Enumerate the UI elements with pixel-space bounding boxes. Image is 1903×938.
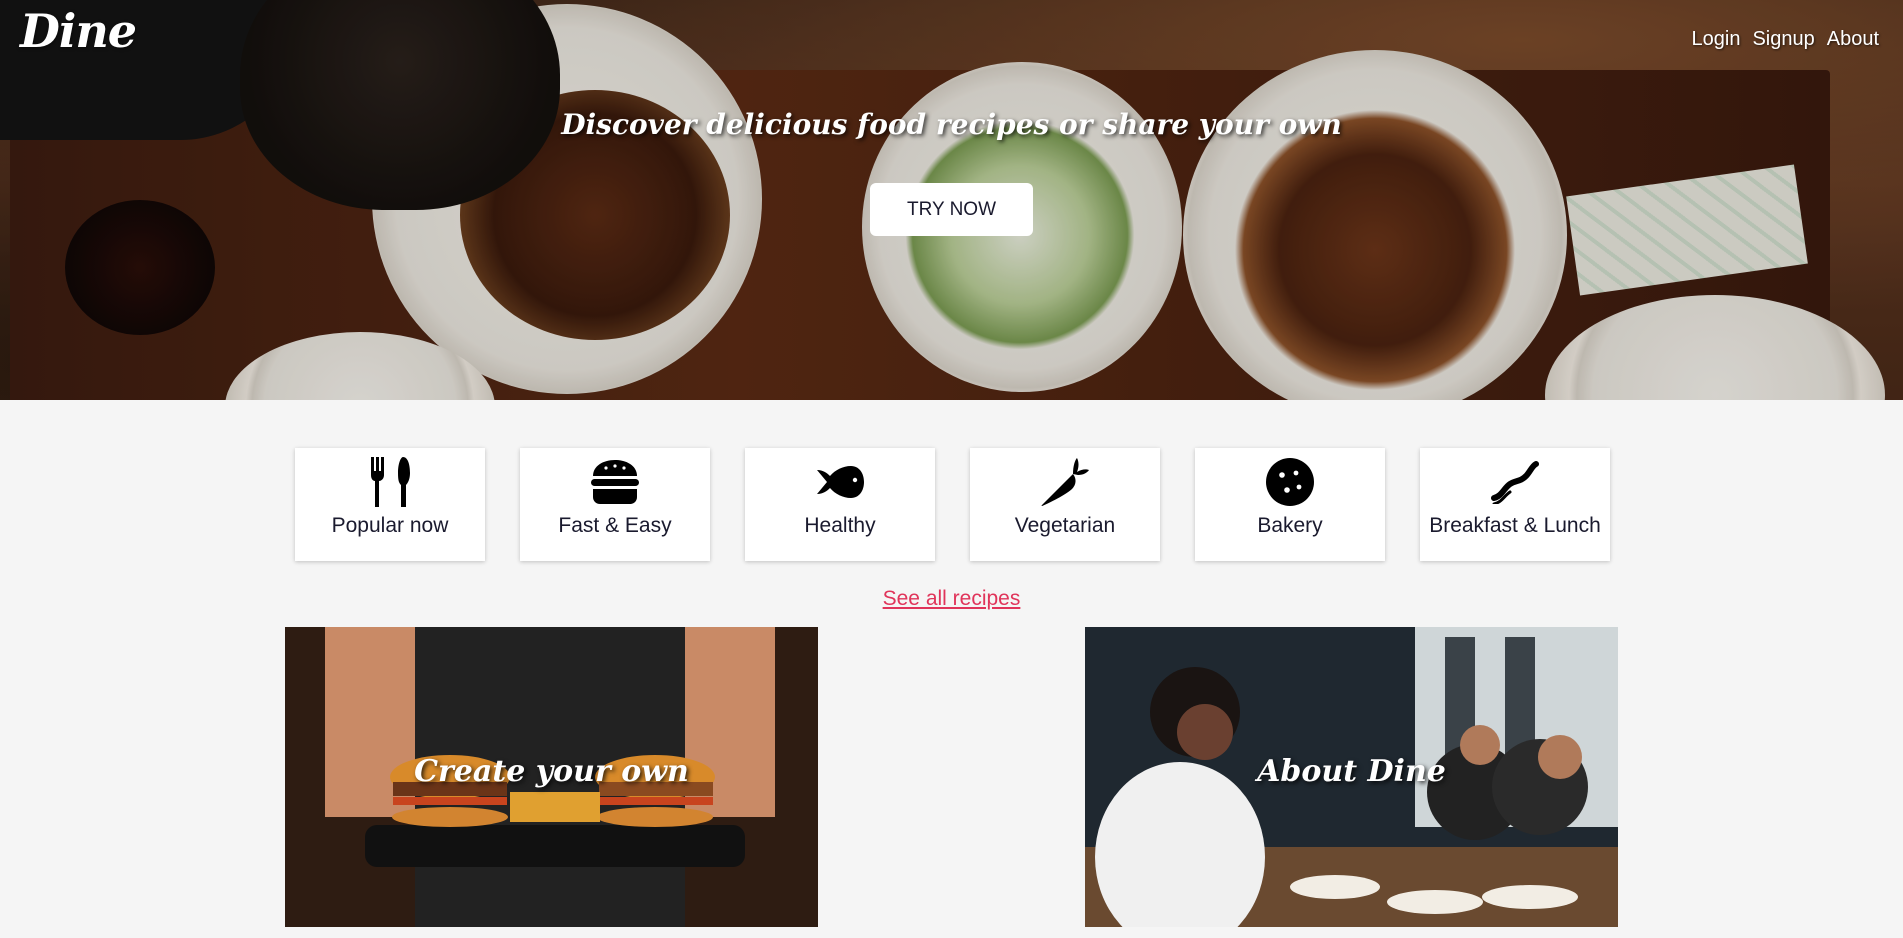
fish-icon (814, 456, 866, 508)
category-label: Vegetarian (1014, 514, 1116, 537)
category-label: Fast & Easy (558, 514, 672, 537)
category-label: Breakfast & Lunch (1429, 514, 1601, 537)
category-healthy[interactable]: Healthy (745, 448, 935, 561)
carrot-icon (1039, 456, 1091, 508)
burger-icon (589, 456, 641, 508)
category-popular-now[interactable]: Popular now (295, 448, 485, 561)
category-bakery[interactable]: Bakery (1195, 448, 1385, 561)
feature-title: About Dine (1257, 754, 1446, 789)
try-now-button[interactable]: TRY NOW (870, 183, 1033, 236)
create-your-own-card[interactable]: Create your own (285, 627, 818, 927)
signup-link[interactable]: Signup (1752, 28, 1814, 51)
category-label: Bakery (1257, 514, 1323, 537)
hero-banner: Dine Login Signup About Discover delicio… (0, 0, 1903, 400)
category-label: Popular now (331, 514, 449, 537)
cookie-icon (1264, 456, 1316, 508)
category-fast-easy[interactable]: Fast & Easy (520, 448, 710, 561)
see-all-container: See all recipes (0, 587, 1903, 611)
logo[interactable]: Dine (20, 4, 137, 58)
login-link[interactable]: Login (1692, 28, 1741, 51)
category-vegetarian[interactable]: Vegetarian (970, 448, 1160, 561)
category-label: Healthy (804, 514, 876, 537)
category-breakfast-lunch[interactable]: Breakfast & Lunch (1420, 448, 1610, 561)
top-nav: Login Signup About (1692, 28, 1879, 51)
feature-title: Create your own (414, 754, 689, 789)
about-dine-card[interactable]: About Dine (1085, 627, 1618, 927)
category-list: Popular now Fast & Easy Healthy Vegetari… (295, 448, 1610, 561)
about-link[interactable]: About (1827, 28, 1879, 51)
bacon-icon (1489, 456, 1541, 508)
see-all-recipes-link[interactable]: See all recipes (883, 587, 1021, 610)
fork-knife-icon (364, 456, 416, 508)
hero-tagline: Discover delicious food recipes or share… (561, 108, 1342, 141)
